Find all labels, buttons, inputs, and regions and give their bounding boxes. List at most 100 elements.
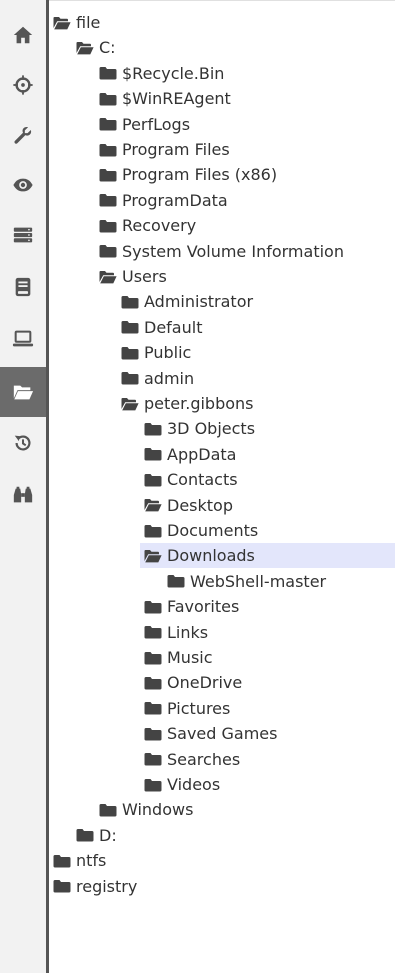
folder-icon [144, 473, 167, 487]
tree-node[interactable]: Program Files (x86) [49, 162, 395, 187]
rail-button-wrench[interactable] [0, 110, 46, 160]
tree-node-label: Windows [122, 800, 194, 820]
tree-node-label: D: [99, 825, 117, 845]
tree-node-label: Users [122, 267, 167, 286]
rail-button-home[interactable] [0, 10, 46, 60]
rail-button-folder-open[interactable] [0, 367, 46, 417]
tree-node[interactable]: file [49, 10, 395, 35]
folder-icon [99, 219, 122, 233]
tree-node-label: registry [76, 876, 138, 896]
tree-node[interactable]: PerfLogs [49, 112, 395, 137]
tree-node[interactable]: Recovery [49, 213, 395, 238]
tree-node[interactable]: Downloads [140, 543, 395, 569]
tree-node-label: Favorites [167, 597, 240, 617]
tree-node[interactable]: C: [49, 35, 395, 60]
folder-open-icon [144, 549, 167, 563]
tree-node[interactable]: Music [49, 645, 395, 670]
rail-button-book[interactable] [0, 262, 46, 312]
tree-node[interactable]: Videos [49, 772, 395, 797]
tree-node[interactable]: D: [49, 823, 395, 848]
tree-node[interactable]: Searches [49, 747, 395, 772]
folder-icon [99, 143, 122, 157]
rail-button-storage[interactable] [0, 210, 46, 260]
tree-node-label: System Volume Information [122, 241, 344, 261]
eye-icon [12, 174, 34, 196]
tree-node-label: Program Files (x86) [122, 165, 278, 185]
tree-node-label: Saved Games [167, 724, 278, 744]
tree-node[interactable]: $WinREAgent [49, 86, 395, 111]
tree-node-label: Recovery [122, 216, 197, 236]
folder-icon [144, 422, 167, 436]
folder-icon [99, 168, 122, 182]
tree-node[interactable]: Documents [49, 518, 395, 543]
tree-node[interactable]: peter.gibbons [49, 391, 395, 416]
folder-icon [144, 447, 167, 461]
tree-node[interactable]: 3D Objects [49, 416, 395, 441]
tree-node[interactable]: registry [49, 874, 395, 899]
tree-node[interactable]: AppData [49, 442, 395, 467]
tree-node[interactable]: Program Files [49, 137, 395, 162]
tree-node[interactable]: Public [49, 340, 395, 365]
storage-icon [12, 224, 34, 246]
tree-node-label: Administrator [144, 292, 254, 312]
folder-icon [144, 651, 167, 665]
folder-icon [167, 574, 190, 588]
icon-rail [0, 0, 46, 973]
folder-open-icon [76, 41, 99, 55]
tree-node[interactable]: WebShell-master [49, 569, 395, 594]
tree-node[interactable]: Saved Games [49, 721, 395, 746]
tree-node[interactable]: OneDrive [49, 670, 395, 695]
folder-icon [99, 66, 122, 80]
folder-icon [144, 524, 167, 538]
tree-node[interactable]: Pictures [49, 696, 395, 721]
tree-node[interactable]: Users [49, 264, 395, 289]
rail-button-eye[interactable] [0, 160, 46, 210]
tree-node-label: $WinREAgent [122, 89, 231, 109]
tree-node[interactable]: Windows [49, 797, 395, 822]
folder-open-icon [121, 397, 144, 411]
tree-node-label: PerfLogs [122, 114, 191, 134]
tree-node[interactable]: Administrator [49, 289, 395, 314]
tree-node-label: peter.gibbons [144, 394, 254, 413]
tree-node[interactable]: Links [49, 620, 395, 645]
wrench-icon [12, 124, 34, 146]
crosshair-icon [12, 74, 34, 96]
tree-node[interactable]: Contacts [49, 467, 395, 492]
rail-button-binoculars[interactable] [0, 470, 46, 520]
folder-icon [121, 371, 144, 385]
tree-node[interactable]: $Recycle.Bin [49, 61, 395, 86]
folder-icon [121, 320, 144, 334]
tree-node[interactable]: ProgramData [49, 188, 395, 213]
tree-node[interactable]: admin [49, 366, 395, 391]
folder-icon [144, 625, 167, 639]
folder-icon [99, 193, 122, 207]
tree-node-label: OneDrive [167, 673, 243, 693]
tree-node-label: Public [144, 343, 192, 363]
tree-node[interactable]: Desktop [49, 493, 395, 518]
tree-node-label: 3D Objects [167, 419, 256, 439]
tree-node[interactable]: Default [49, 315, 395, 340]
tree-node[interactable]: System Volume Information [49, 239, 395, 264]
tree-node-label: $Recycle.Bin [122, 63, 225, 83]
folder-icon [144, 752, 167, 766]
rail-button-history[interactable] [0, 418, 46, 468]
tree-node-label: Pictures [167, 698, 231, 718]
tree-node-label: Downloads [167, 546, 255, 566]
tree-node[interactable]: ntfs [49, 848, 395, 873]
tree-node-label: Desktop [167, 495, 233, 515]
folder-icon [99, 117, 122, 131]
folder-icon [144, 600, 167, 614]
tree-node[interactable]: Favorites [49, 594, 395, 619]
rail-button-laptop[interactable] [0, 314, 46, 364]
laptop-icon [12, 328, 34, 350]
tree-node-label: C: [99, 38, 116, 58]
folder-icon [99, 803, 122, 817]
folder-icon [99, 92, 122, 106]
tree-node-label: ntfs [76, 851, 107, 871]
folder-icon [144, 727, 167, 741]
rail-button-crosshair[interactable] [0, 60, 46, 110]
folder-icon [99, 244, 122, 258]
folder-icon [53, 879, 76, 893]
folder-icon [76, 828, 99, 842]
folder-icon [144, 676, 167, 690]
